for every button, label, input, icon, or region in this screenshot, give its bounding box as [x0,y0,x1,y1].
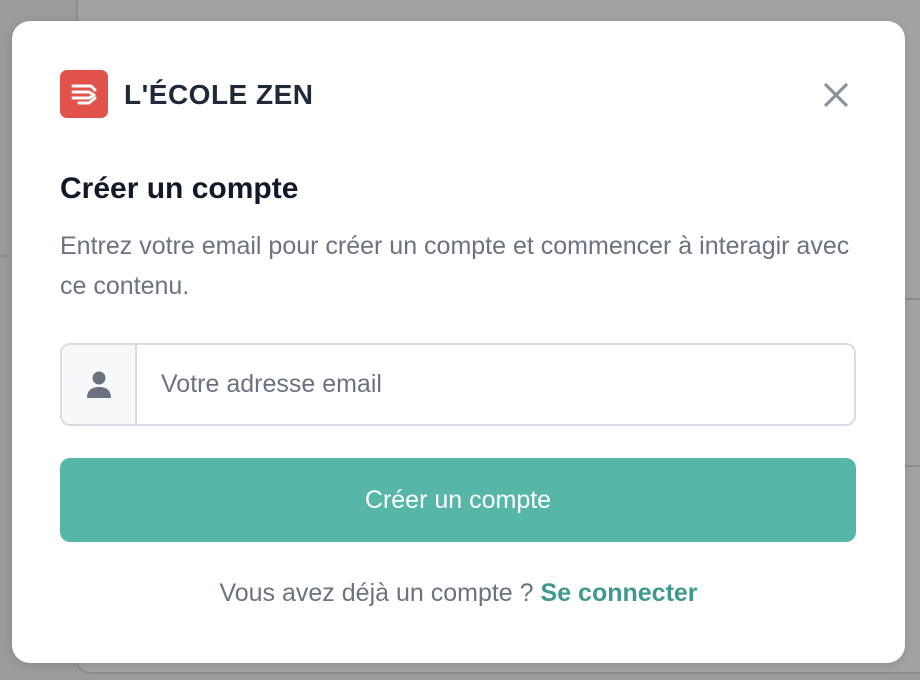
email-input[interactable] [137,345,854,424]
background-divider [905,465,920,467]
email-field [60,343,856,426]
login-prompt: Vous avez déjà un compte ? Se connecter [12,579,905,608]
login-link[interactable]: Se connecter [541,579,698,607]
signup-modal: L'ÉCOLE ZEN Créer un compte Entrez votre… [12,21,905,663]
brand-logo [60,70,108,118]
brand-name: L'ÉCOLE ZEN [124,79,314,110]
modal-description: Entrez votre email pour créer un compte … [60,232,850,300]
email-field-addon [62,345,137,424]
modal-title: Créer un compte [60,172,299,205]
login-prompt-text: Vous avez déjà un compte ? [219,579,534,607]
stacked-chevrons-logo-icon [71,84,97,105]
user-icon [86,371,111,398]
close-button[interactable] [816,75,856,115]
close-icon [824,83,848,107]
create-account-button[interactable]: Créer un compte [60,458,856,542]
background-divider [905,298,920,300]
